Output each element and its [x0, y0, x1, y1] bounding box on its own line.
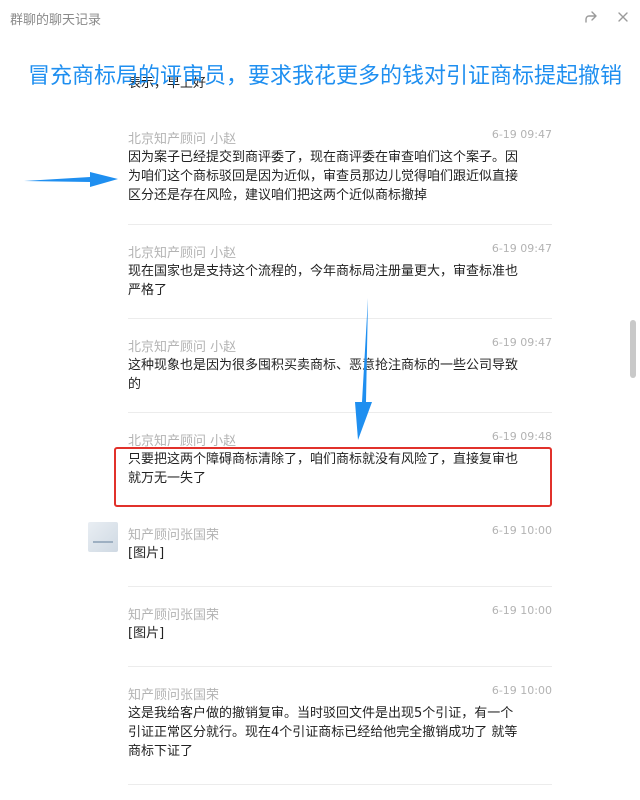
- annotation-arrows: [24, 172, 372, 440]
- down-arrow-icon: [355, 298, 372, 440]
- right-arrow-icon: [24, 172, 118, 187]
